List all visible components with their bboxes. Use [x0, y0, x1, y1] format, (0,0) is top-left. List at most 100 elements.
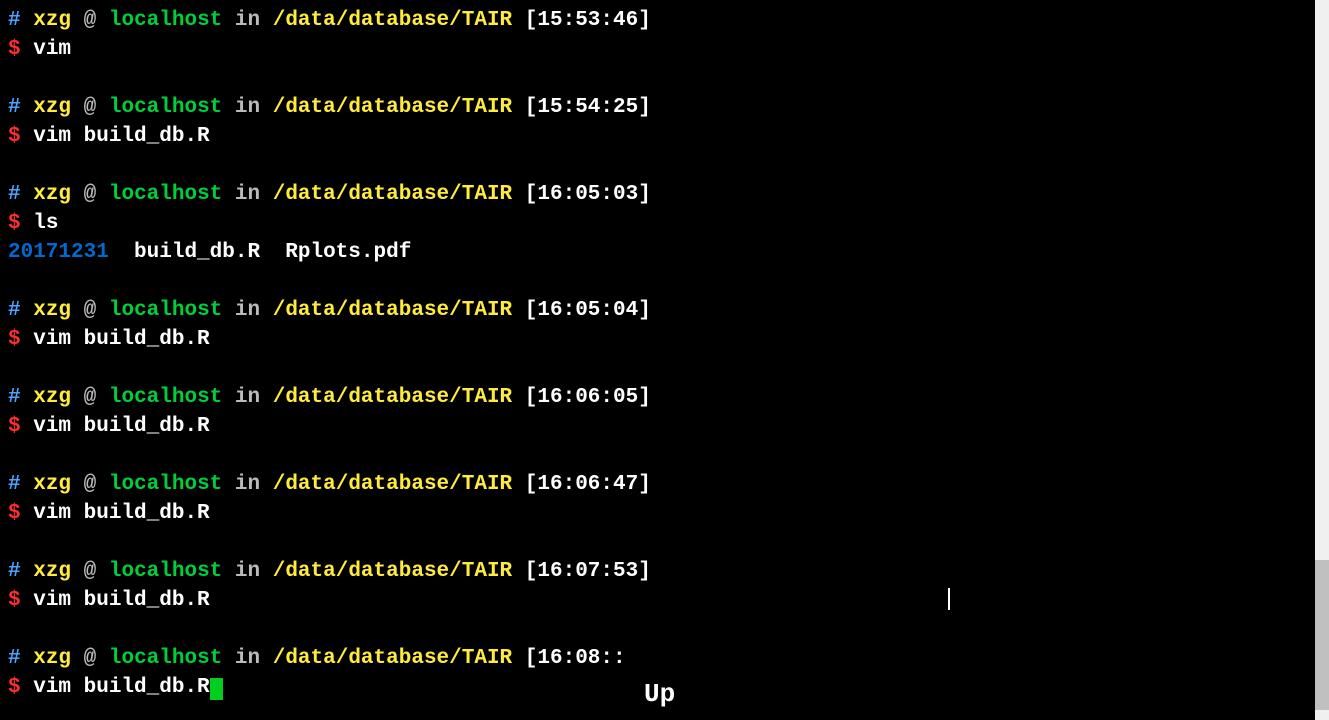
prompt-user: xzg [33, 560, 71, 583]
command-line: $ vim build_db.R [8, 586, 1321, 615]
prompt-path: /data/database/TAIR [273, 183, 512, 206]
prompt-in: in [235, 183, 260, 206]
prompt-in: in [235, 560, 260, 583]
scrollbar-thumb[interactable] [1315, 560, 1329, 710]
prompt-user: xzg [33, 96, 71, 119]
terminal-block: # xzg @ localhost in /data/database/TAIR… [8, 557, 1321, 615]
prompt-host: localhost [109, 299, 222, 322]
prompt-dollar: $ [8, 676, 21, 699]
prompt-dollar: $ [8, 415, 21, 438]
prompt-user: xzg [33, 9, 71, 32]
prompt-at: @ [84, 9, 97, 32]
prompt-dollar: $ [8, 502, 21, 525]
prompt-user: xzg [33, 183, 71, 206]
prompt-hash: # [8, 9, 21, 32]
prompt-time: [15:53:46] [525, 9, 651, 32]
prompt-in: in [235, 96, 260, 119]
prompt-hash: # [8, 299, 21, 322]
prompt-line: # xzg @ localhost in /data/database/TAIR… [8, 557, 1321, 586]
terminal-block: # xzg @ localhost in /data/database/TAIR… [8, 470, 1321, 528]
command-text: vim build_db.R [33, 328, 209, 351]
ls-output: 20171231 build_db.R Rplots.pdf [8, 238, 1321, 267]
prompt-hash: # [8, 647, 21, 670]
command-text: vim [33, 38, 71, 61]
prompt-at: @ [84, 299, 97, 322]
prompt-at: @ [84, 386, 97, 409]
prompt-path: /data/database/TAIR [273, 299, 512, 322]
prompt-line: # xzg @ localhost in /data/database/TAIR… [8, 6, 1321, 35]
command-line: $ ls [8, 209, 1321, 238]
prompt-user: xzg [33, 647, 71, 670]
ls-directory: 20171231 [8, 241, 109, 264]
prompt-host: localhost [109, 386, 222, 409]
prompt-dollar: $ [8, 38, 21, 61]
terminal-block: # xzg @ localhost in /data/database/TAIR… [8, 383, 1321, 441]
prompt-host: localhost [109, 647, 222, 670]
prompt-time: [16:05:03] [525, 183, 651, 206]
prompt-path: /data/database/TAIR [273, 386, 512, 409]
prompt-hash: # [8, 96, 21, 119]
prompt-time: [16:05:04] [525, 299, 651, 322]
command-line: $ vim build_db.R [8, 499, 1321, 528]
prompt-line: # xzg @ localhost in /data/database/TAIR… [8, 296, 1321, 325]
command-line: $ vim [8, 35, 1321, 64]
prompt-in: in [235, 386, 260, 409]
prompt-at: @ [84, 647, 97, 670]
terminal-block: # xzg @ localhost in /data/database/TAIR… [8, 93, 1321, 151]
command-line: $ vim build_db.R [8, 412, 1321, 441]
prompt-in: in [235, 9, 260, 32]
prompt-in: in [235, 473, 260, 496]
prompt-host: localhost [109, 473, 222, 496]
prompt-dollar: $ [8, 328, 21, 351]
prompt-line: # xzg @ localhost in /data/database/TAIR… [8, 644, 1321, 673]
prompt-in: in [235, 647, 260, 670]
command-text: vim build_db.R [33, 502, 209, 525]
prompt-dollar: $ [8, 212, 21, 235]
command-text: vim build_db.R [33, 589, 209, 612]
prompt-hash: # [8, 473, 21, 496]
ls-files: build_db.R Rplots.pdf [134, 241, 411, 264]
prompt-line: # xzg @ localhost in /data/database/TAIR… [8, 93, 1321, 122]
command-text: vim build_db.R [33, 125, 209, 148]
prompt-time: [16:08:: [525, 647, 626, 670]
command-line: $ vim build_db.R [8, 325, 1321, 354]
prompt-hash: # [8, 183, 21, 206]
terminal-block: # xzg @ localhost in /data/database/TAIR… [8, 180, 1321, 267]
prompt-hash: # [8, 560, 21, 583]
prompt-path: /data/database/TAIR [273, 647, 512, 670]
prompt-host: localhost [109, 183, 222, 206]
prompt-line: # xzg @ localhost in /data/database/TAIR… [8, 470, 1321, 499]
terminal-block: # xzg @ localhost in /data/database/TAIR… [8, 296, 1321, 354]
prompt-user: xzg [33, 473, 71, 496]
text-caret-icon [948, 588, 950, 610]
command-text: vim build_db.R [33, 676, 209, 699]
key-indicator: Up [644, 680, 675, 709]
prompt-path: /data/database/TAIR [273, 560, 512, 583]
prompt-time: [16:07:53] [525, 560, 651, 583]
prompt-user: xzg [33, 386, 71, 409]
prompt-path: /data/database/TAIR [273, 9, 512, 32]
command-text: ls [33, 212, 58, 235]
prompt-at: @ [84, 96, 97, 119]
prompt-time: [15:54:25] [525, 96, 651, 119]
prompt-at: @ [84, 183, 97, 206]
prompt-path: /data/database/TAIR [273, 473, 512, 496]
prompt-at: @ [84, 473, 97, 496]
terminal-block: # xzg @ localhost in /data/database/TAIR… [8, 6, 1321, 64]
prompt-line: # xzg @ localhost in /data/database/TAIR… [8, 180, 1321, 209]
cursor-icon [210, 678, 223, 700]
command-line: $ vim build_db.R [8, 122, 1321, 151]
prompt-time: [16:06:47] [525, 473, 651, 496]
prompt-path: /data/database/TAIR [273, 96, 512, 119]
prompt-hash: # [8, 386, 21, 409]
prompt-host: localhost [109, 560, 222, 583]
prompt-at: @ [84, 560, 97, 583]
command-text: vim build_db.R [33, 415, 209, 438]
prompt-dollar: $ [8, 589, 21, 612]
prompt-line: # xzg @ localhost in /data/database/TAIR… [8, 383, 1321, 412]
prompt-host: localhost [109, 9, 222, 32]
prompt-dollar: $ [8, 125, 21, 148]
prompt-in: in [235, 299, 260, 322]
prompt-host: localhost [109, 96, 222, 119]
prompt-time: [16:06:05] [525, 386, 651, 409]
